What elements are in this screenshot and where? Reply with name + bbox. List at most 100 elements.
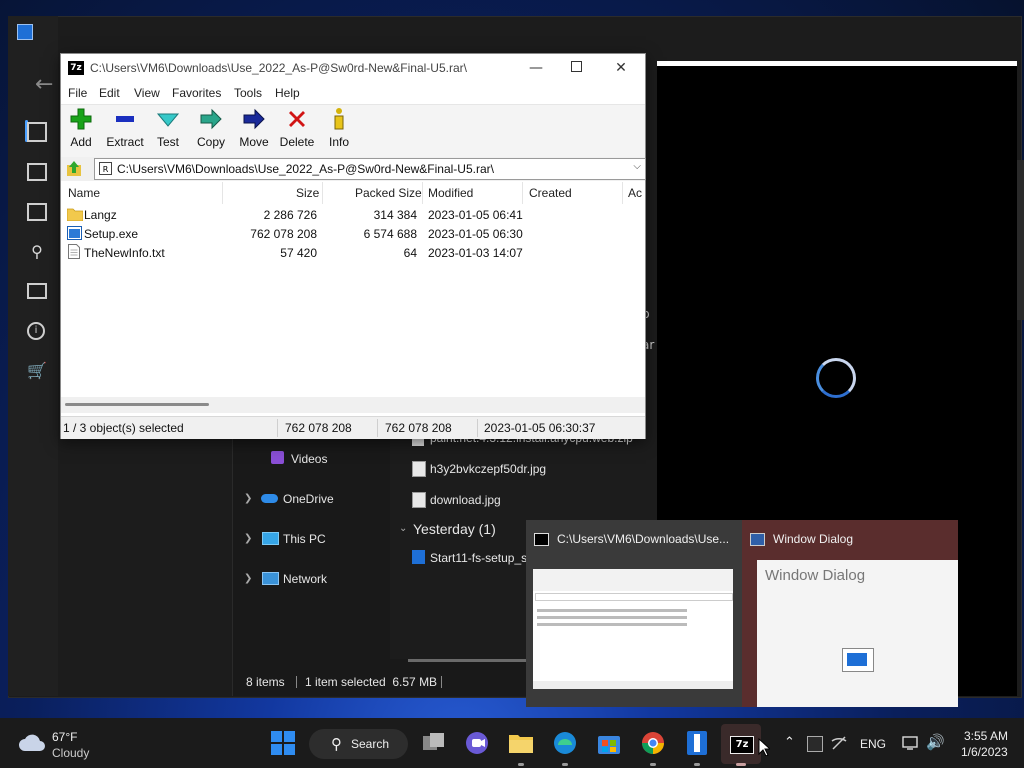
table-row[interactable]: Langz 2 286 726 314 384 2023-01-05 06:41 [61,205,645,224]
nav-item-network[interactable]: Network [283,572,327,586]
toolbar: Add Extract Test Copy Move Delete Info [61,104,645,158]
column-accessed[interactable]: Ac [628,186,642,200]
network-disconnected-icon[interactable] [831,736,847,750]
scrollbar-thumb[interactable] [65,403,209,406]
edge-browser-icon[interactable] [552,730,578,756]
cell-packed: 314 384 [373,208,417,222]
task-view-icon[interactable] [421,730,447,756]
address-input[interactable]: R C:\Users\VM6\Downloads\Use_2022_As-P@S… [94,158,646,180]
column-divider[interactable] [522,182,523,204]
menu-edit[interactable]: Edit [99,86,120,100]
back-arrow-icon[interactable]: ← [35,72,53,97]
nav-item-videos[interactable]: Videos [291,452,327,466]
close-button[interactable]: ✕ [606,58,636,78]
search-box[interactable]: ⚲ Search [309,729,408,759]
language-indicator[interactable]: ENG [860,737,886,751]
up-folder-icon[interactable] [65,160,83,178]
column-divider[interactable] [422,182,423,204]
chevron-up-icon[interactable]: ⌃ [784,734,795,750]
chevron-down-icon[interactable]: ⌄ [399,523,407,534]
table-row[interactable]: TheNewInfo.txt 57 420 64 2023-01-03 14:0… [61,243,645,262]
status-divider [277,419,278,437]
cell-size: 762 078 208 [250,227,317,241]
file-item[interactable]: Start11-fs-setup_s [430,551,527,565]
weather-temp[interactable]: 67°F [52,730,77,744]
minimize-button[interactable]: — [521,58,551,78]
column-divider[interactable] [322,182,323,204]
menu-bar: File Edit View Favorites Tools Help [61,82,645,104]
taskbar-thumbnail-flyout: C:\Users\VM6\Downloads\Use... Window Dia… [526,520,958,707]
menu-view[interactable]: View [134,86,160,100]
about-info-icon[interactable]: i [27,322,45,340]
taskbar-settings-icon[interactable] [27,163,47,181]
folder-icon [67,208,83,221]
weather-desc[interactable]: Cloudy [52,746,89,760]
column-modified[interactable]: Modified [428,186,473,200]
store-cart-icon[interactable]: 🛒 [27,362,47,380]
running-indicator [518,763,524,766]
start11-app-icon[interactable] [684,730,710,756]
window-icon [750,533,765,546]
7zip-logo-icon: 7z [68,61,84,75]
chrome-browser-icon[interactable] [640,730,666,756]
clock-time[interactable]: 3:55 AM [964,729,1008,743]
maximize-button[interactable] [561,58,591,78]
column-created[interactable]: Created [529,186,572,200]
keyboard-icon[interactable] [27,283,47,299]
mouse-cursor-icon [758,738,770,756]
explorer-hscroll[interactable] [408,659,526,662]
delete-button[interactable]: Delete [279,107,315,153]
cloudy-weather-icon [19,734,45,751]
menu-tools[interactable]: Tools [234,86,262,100]
copy-arrow-right-icon [200,108,222,130]
chevron-down-icon[interactable]: ⌵ [633,161,641,172]
file-item[interactable]: download.jpg [430,493,501,507]
move-button[interactable]: Move [238,107,270,153]
horizontal-scrollbar[interactable] [61,397,645,413]
nav-item-this-pc[interactable]: This PC [283,532,326,546]
nav-item-onedrive[interactable]: OneDrive [283,492,334,506]
menu-help[interactable]: Help [275,86,300,100]
search-settings-icon[interactable]: ⚲ [27,243,47,261]
column-size[interactable]: Size [296,186,319,200]
clock-date[interactable]: 1/6/2023 [961,745,1008,759]
7zip-titlebar[interactable]: 7z C:\Users\VM6\Downloads\Use_2022_As-P@… [61,54,645,82]
chevron-right-icon[interactable]: ❯ [244,533,252,544]
status-selected: 1 / 3 object(s) selected [63,421,184,435]
thumbnail-7zip[interactable]: C:\Users\VM6\Downloads\Use... [526,520,742,707]
group-header[interactable]: Yesterday (1) [413,521,496,537]
list-header: Name Size Packed Size Modified Created A… [61,182,645,204]
start-menu-icon[interactable] [27,122,47,142]
menu-favorites[interactable]: Favorites [172,86,221,100]
cell-name: Setup.exe [84,227,139,241]
start-windows-icon[interactable] [270,730,296,756]
info-icon [334,108,344,130]
add-button[interactable]: Add [67,107,95,153]
chevron-right-icon[interactable]: ❯ [244,493,252,504]
desktop-icon[interactable] [27,203,47,221]
file-item[interactable]: h3y2bvkczepf50dr.jpg [430,462,546,476]
column-packed-size[interactable]: Packed Size [355,186,422,200]
chevron-right-icon[interactable]: ❯ [244,573,252,584]
extract-button[interactable]: Extract [105,107,145,153]
cell-packed: 64 [403,246,417,260]
menu-file[interactable]: File [68,86,87,100]
column-name[interactable]: Name [68,186,100,200]
microsoft-store-icon[interactable] [596,730,622,756]
cell-size: 57 420 [280,246,317,260]
teams-chat-icon[interactable] [464,730,490,756]
volume-icon[interactable]: 🔊 [926,733,945,751]
running-indicator [694,763,700,766]
test-button[interactable]: Test [155,107,181,153]
file-explorer-icon[interactable] [508,730,534,756]
table-row[interactable]: Setup.exe 762 078 208 6 574 688 2023-01-… [61,224,645,243]
thumbnail-window-dialog[interactable]: Window Dialog Window Dialog [742,520,958,707]
copy-button[interactable]: Copy [195,107,227,153]
7zip-taskbar-icon[interactable]: 7z [730,736,754,754]
display-network-icon[interactable] [902,736,918,750]
info-button[interactable]: Info [326,107,352,153]
column-divider[interactable] [622,182,623,204]
active-indicator [736,763,746,766]
tray-app-icon[interactable] [807,736,823,752]
column-divider[interactable] [222,182,223,204]
